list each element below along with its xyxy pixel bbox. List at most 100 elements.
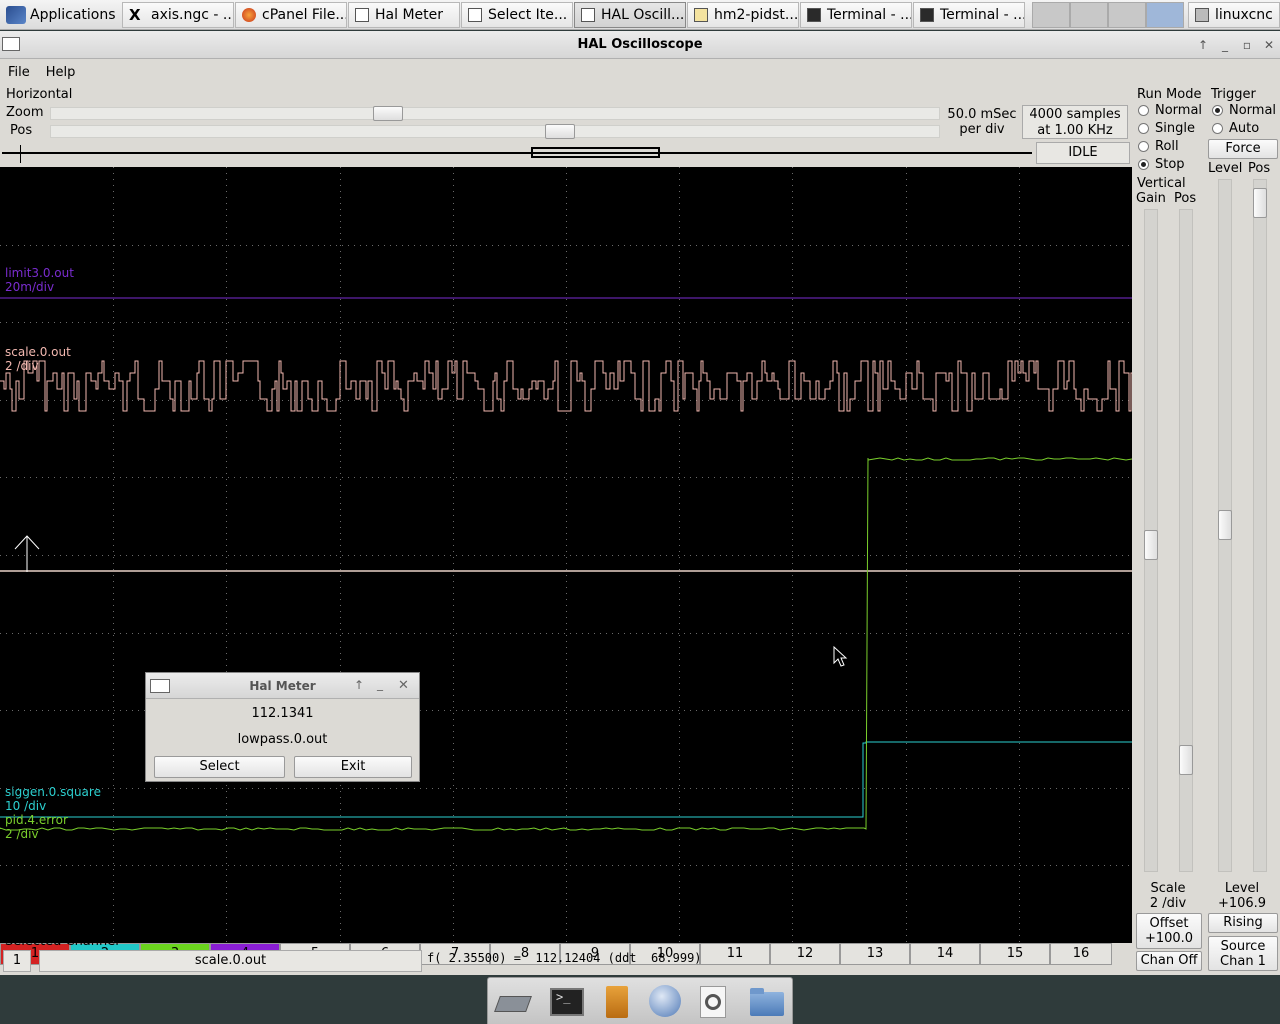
window-icon <box>468 8 482 22</box>
trigger-pos-slider[interactable] <box>1253 179 1267 872</box>
task-label: cPanel File... <box>262 7 347 23</box>
trigger-auto-label: Auto <box>1229 121 1260 136</box>
chan-off-button[interactable]: Chan Off <box>1136 951 1202 971</box>
task-hal-meter[interactable]: Hal Meter <box>348 2 460 28</box>
rising-button[interactable]: Rising <box>1208 913 1278 933</box>
trigger-auto[interactable]: Auto <box>1212 121 1259 136</box>
menu-help[interactable]: Help <box>38 63 84 85</box>
scope-traces <box>0 167 1132 942</box>
menu-file[interactable]: File <box>0 63 38 85</box>
record-position-bar[interactable] <box>2 143 1032 163</box>
terminal-icon <box>920 8 934 22</box>
workspace-4[interactable] <box>1146 2 1184 28</box>
status-readout: IDLE <box>1036 142 1130 164</box>
run-mode-normal[interactable]: Normal <box>1138 103 1202 118</box>
scale-value: 2 /div <box>1149 896 1187 911</box>
hal-meter-title-bar: Hal Meter ↑ _ ✕ <box>146 673 419 699</box>
task-hal-oscilloscope[interactable]: HAL Oscill... <box>574 2 686 28</box>
radio-selected-icon <box>1212 105 1223 116</box>
close-icon[interactable]: ✕ <box>1260 36 1278 54</box>
channel-12-button[interactable]: 12 <box>770 943 840 965</box>
web-browser-icon[interactable] <box>646 984 684 1020</box>
stick-icon[interactable]: ↑ <box>1194 36 1212 54</box>
channel-11-button[interactable]: 11 <box>700 943 770 965</box>
source-button[interactable]: Source Chan 1 <box>1208 936 1278 971</box>
channel-13-button[interactable]: 13 <box>840 943 910 965</box>
trace-name: limit3.0.out <box>5 266 74 280</box>
close-icon[interactable]: ✕ <box>398 678 409 693</box>
hal-oscilloscope-window: HAL Oscilloscope ↑ _ ▫ ✕ File Help Horiz… <box>0 31 1280 975</box>
offset-caption: Offset <box>1149 916 1189 931</box>
vertical-pos-thumb[interactable] <box>1179 745 1193 775</box>
workspace-3[interactable] <box>1108 2 1146 28</box>
trace-label-siggen: siggen.0.square 10 /div <box>5 785 101 813</box>
trigger-level-slider[interactable] <box>1218 179 1232 872</box>
level-value: +106.9 <box>1217 896 1267 911</box>
force-button[interactable]: Force <box>1208 139 1278 159</box>
task-label: HAL Oscill... <box>601 7 685 23</box>
selected-channel-signal[interactable]: scale.0.out <box>39 950 422 972</box>
stick-icon[interactable]: ↑ <box>354 678 364 692</box>
workspace-1[interactable] <box>1032 2 1070 28</box>
applications-menu[interactable]: Applications <box>2 2 120 28</box>
run-mode-stop[interactable]: Stop <box>1138 157 1185 172</box>
rate-line2: per div <box>959 122 1005 137</box>
gain-slider[interactable] <box>1144 209 1158 872</box>
samples-readout: 4000 samples at 1.00 KHz <box>1022 105 1128 139</box>
run-mode-roll-label: Roll <box>1155 139 1179 154</box>
task-axis[interactable]: Xaxis.ngc - ... <box>122 2 234 28</box>
level-caption: Level <box>1224 881 1260 896</box>
radio-icon <box>1138 141 1149 152</box>
user-menu[interactable]: linuxcnc <box>1188 2 1280 28</box>
trigger-pos-thumb[interactable] <box>1253 188 1267 218</box>
show-desktop-icon[interactable] <box>494 984 532 1020</box>
pos-slider-thumb[interactable] <box>545 124 575 139</box>
trace-label-pid4: pid.4.error 2 /div <box>5 813 68 841</box>
display-window-marker <box>531 147 660 158</box>
workspace-2[interactable] <box>1070 2 1108 28</box>
trigger-normal[interactable]: Normal <box>1212 103 1276 118</box>
pos-label: Pos <box>10 123 33 138</box>
offset-button[interactable]: Offset +100.0 <box>1136 913 1202 949</box>
trace-label-scale0: scale.0.out 2 /div <box>5 345 71 373</box>
task-cpanel[interactable]: cPanel File... <box>235 2 347 28</box>
zoom-slider-thumb[interactable] <box>373 106 403 121</box>
gain-thumb[interactable] <box>1144 530 1158 560</box>
zoom-slider[interactable] <box>50 106 940 121</box>
horizontal-frame-label: Horizontal <box>6 87 73 102</box>
search-icon[interactable] <box>694 984 732 1020</box>
run-mode-roll[interactable]: Roll <box>1138 139 1179 154</box>
run-mode-normal-label: Normal <box>1155 103 1203 118</box>
channel-16-button[interactable]: 16 <box>1050 943 1112 965</box>
bottom-dock: >_ <box>487 977 793 1024</box>
task-select-item[interactable]: Select Ite... <box>461 2 573 28</box>
task-terminal-2[interactable]: Terminal - ... <box>913 2 1025 28</box>
hal-meter-exit-button[interactable]: Exit <box>294 756 412 778</box>
scale-readout: Scale 2 /div <box>1134 881 1202 911</box>
trace-scale: 2 /div <box>5 359 39 373</box>
terminal-icon[interactable]: >_ <box>548 984 586 1020</box>
menu-bar: File Help <box>0 63 83 85</box>
samples-line2: at 1.00 KHz <box>1037 123 1113 138</box>
selected-channel-number: 1 <box>3 950 31 972</box>
pos-slider[interactable] <box>50 124 940 139</box>
hal-meter-select-button[interactable]: Select <box>154 756 285 778</box>
run-mode-single[interactable]: Single <box>1138 121 1195 136</box>
window-icon <box>355 8 369 22</box>
task-hm2-pidst[interactable]: hm2-pidst... <box>687 2 799 28</box>
record-line <box>2 152 1032 154</box>
trigger-level-thumb[interactable] <box>1218 510 1232 540</box>
channel-14-button[interactable]: 14 <box>910 943 980 965</box>
source-line1: Source <box>1220 939 1266 954</box>
minimize-icon[interactable]: _ <box>1216 36 1234 54</box>
folder-icon[interactable] <box>748 984 786 1020</box>
channel-15-button[interactable]: 15 <box>980 943 1050 965</box>
maximize-icon[interactable]: ▫ <box>1238 36 1256 54</box>
user-icon <box>1195 8 1209 22</box>
file-manager-icon[interactable] <box>598 984 636 1020</box>
scope-display[interactable]: limit3.0.out 20m/div scale.0.out 2 /div … <box>0 167 1132 943</box>
vertical-pos-slider[interactable] <box>1179 209 1193 872</box>
trigger-level-label: Level <box>1208 161 1243 176</box>
minimize-icon[interactable]: _ <box>377 677 383 691</box>
task-terminal-1[interactable]: Terminal - ... <box>800 2 912 28</box>
